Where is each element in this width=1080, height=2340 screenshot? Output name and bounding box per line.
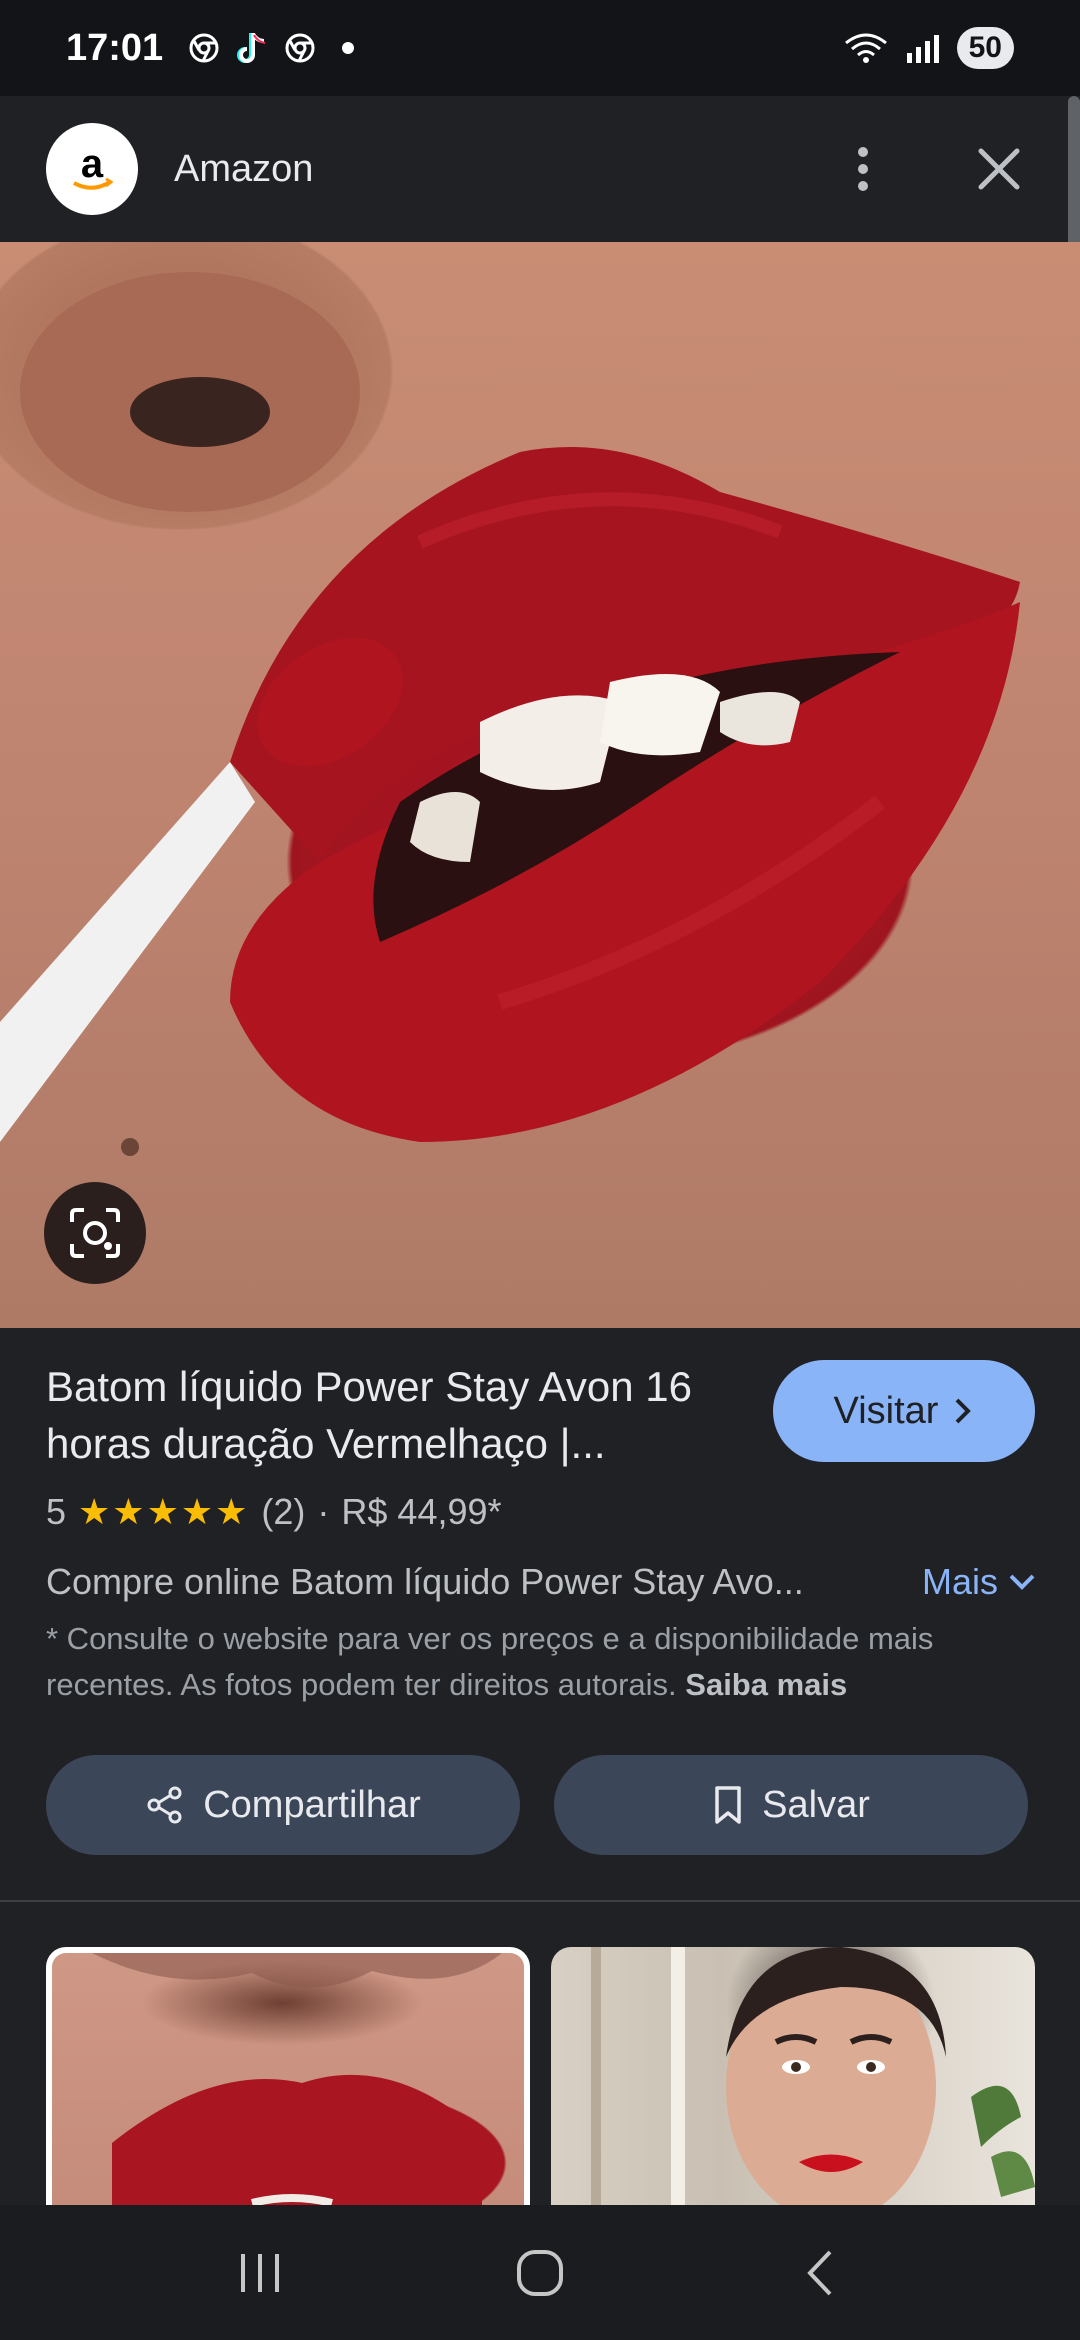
more-vert-icon[interactable] — [828, 134, 898, 204]
related-lips-illustration — [92, 1953, 502, 2207]
section-divider — [0, 1900, 1080, 1902]
site-name[interactable]: Amazon — [174, 148, 828, 191]
rating-value: 5 — [46, 1491, 67, 1532]
back-icon — [807, 2250, 832, 2295]
system-nav-bar — [0, 2205, 1080, 2340]
chevron-down-icon — [1009, 1574, 1035, 1590]
google-lens-button[interactable] — [44, 1182, 146, 1284]
google-lens-icon — [70, 1208, 120, 1258]
related-woman-illustration — [591, 1947, 1035, 2207]
product-image[interactable] — [0, 242, 1080, 1328]
recents-icon — [241, 2253, 279, 2292]
rating-count: (2) — [261, 1491, 306, 1532]
home-button[interactable] — [495, 2228, 585, 2318]
share-icon — [147, 1786, 182, 1824]
dot-icon — [331, 31, 365, 65]
more-button-label: Mais — [921, 1561, 998, 1602]
status-bar: 17:01 50 — [0, 0, 1080, 96]
price-disclaimer: * Consulte o website para ver os preços … — [46, 1616, 1036, 1708]
share-button[interactable]: Compartilhar — [46, 1755, 520, 1855]
home-icon — [517, 2249, 563, 2296]
description-row: Compre online Batom líquido Power Stay A… — [46, 1556, 1036, 1608]
chrome-icon — [283, 31, 317, 65]
signal-icon — [903, 31, 943, 65]
back-button[interactable] — [775, 2228, 865, 2318]
share-button-label: Compartilhar — [203, 1783, 421, 1826]
save-button-label: Salvar — [762, 1783, 870, 1826]
close-icon[interactable] — [964, 134, 1034, 204]
status-left: 17:01 — [66, 27, 365, 70]
wifi-icon — [843, 31, 889, 65]
recents-button[interactable] — [215, 2228, 305, 2318]
visit-button[interactable]: Visitar — [773, 1360, 1035, 1462]
save-button[interactable]: Salvar — [554, 1755, 1028, 1855]
learn-more-link[interactable]: Saiba mais — [685, 1667, 847, 1702]
separator: · — [317, 1491, 330, 1532]
rating-row: 5 ★★★★★ (2) · R$ 44,99* — [46, 1486, 502, 1538]
visit-button-label: Visitar — [833, 1389, 939, 1432]
amazon-logo[interactable]: a — [46, 123, 138, 215]
chrome-icon — [187, 31, 221, 65]
tiktok-icon — [235, 31, 269, 65]
status-right: 50 — [843, 27, 1014, 69]
rating-stars: ★★★★★ — [78, 1491, 250, 1532]
related-image-1[interactable] — [46, 1947, 530, 2207]
lips-illustration — [0, 272, 1020, 1156]
battery-level: 50 — [956, 27, 1014, 69]
amazon-logo-letter: a — [81, 142, 104, 186]
product-price: R$ 44,99* — [341, 1491, 502, 1532]
more-button[interactable]: Mais — [922, 1561, 1036, 1603]
product-title[interactable]: Batom líquido Power Stay Avon 16 horas d… — [46, 1358, 706, 1472]
chevron-right-icon — [956, 1398, 972, 1424]
product-description: Compre online Batom líquido Power Stay A… — [46, 1561, 804, 1602]
bookmark-icon — [715, 1786, 741, 1824]
status-time: 17:01 — [66, 26, 164, 69]
amazon-logo-icon: a — [73, 142, 114, 190]
related-image-2[interactable] — [551, 1947, 1035, 2207]
viewer-header: a Amazon — [0, 96, 1080, 242]
